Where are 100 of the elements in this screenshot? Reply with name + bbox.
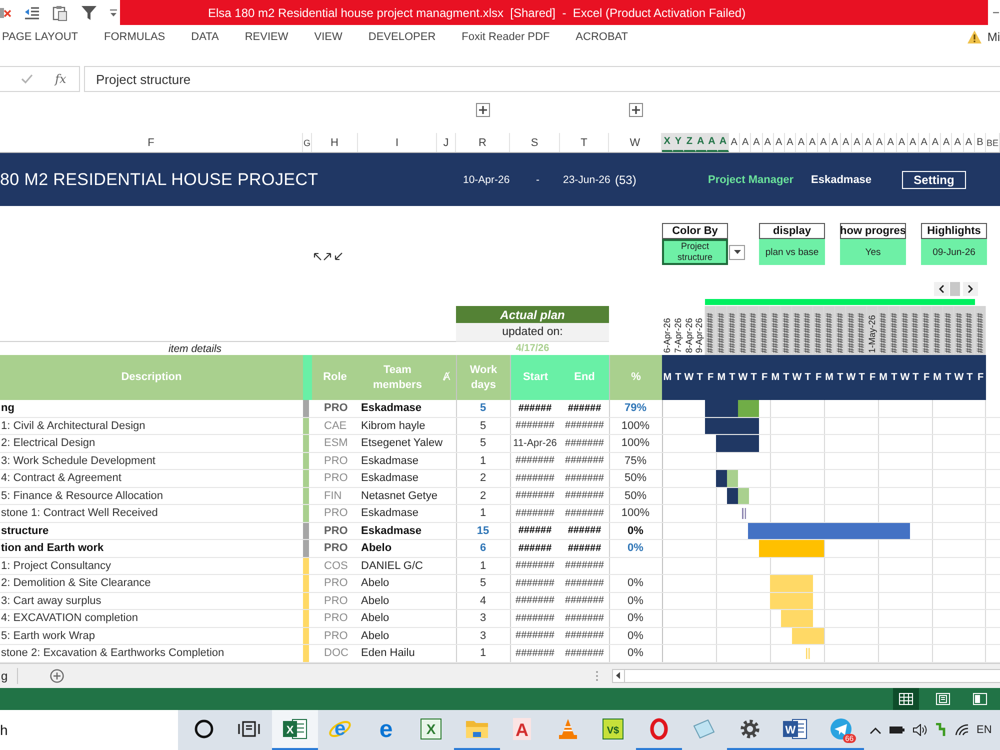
ribbon-tab[interactable]: Foxit Reader PDF bbox=[460, 26, 552, 46]
column-header[interactable]: A bbox=[807, 133, 818, 152]
page-break-icon bbox=[973, 693, 987, 705]
column-header[interactable]: A bbox=[696, 133, 707, 152]
vertical-dots-icon[interactable] bbox=[596, 670, 598, 681]
search-field[interactable]: h bbox=[0, 710, 178, 750]
warning-icon[interactable] bbox=[967, 30, 982, 44]
column-header[interactable]: B bbox=[974, 133, 986, 152]
percent-complete: 50% bbox=[624, 490, 647, 502]
column-header[interactable]: BE bbox=[986, 133, 1000, 152]
column-header[interactable]: A bbox=[941, 133, 952, 152]
column-header[interactable]: F bbox=[0, 133, 303, 152]
column-header[interactable]: A bbox=[774, 133, 785, 152]
milestone-marker bbox=[742, 508, 746, 519]
column-header[interactable]: A bbox=[852, 133, 864, 152]
column-header[interactable]: T bbox=[560, 133, 609, 152]
taskbar-button[interactable]: V$ bbox=[590, 710, 636, 750]
expand-group-button[interactable] bbox=[628, 103, 642, 117]
column-header[interactable]: A bbox=[896, 133, 908, 152]
work-days: 1 bbox=[480, 560, 486, 572]
column-header[interactable]: A bbox=[818, 133, 830, 152]
ribbon-tab[interactable]: VIEW bbox=[312, 26, 344, 46]
column-header[interactable]: Y bbox=[673, 133, 684, 152]
end-date: ####### bbox=[565, 630, 604, 642]
column-header[interactable]: R bbox=[456, 133, 510, 152]
minimize-icon[interactable] bbox=[993, 12, 999, 14]
column-header[interactable]: A bbox=[740, 133, 752, 152]
scroll-left-button[interactable] bbox=[934, 282, 949, 296]
control-value[interactable]: plan vs base bbox=[759, 239, 825, 265]
clear-icon[interactable] bbox=[0, 6, 12, 20]
outdent-icon[interactable] bbox=[25, 6, 39, 20]
control-value[interactable]: 09-Jun-26 bbox=[921, 239, 987, 265]
add-sheet-icon[interactable] bbox=[50, 668, 64, 683]
function-button[interactable]: fx bbox=[55, 72, 66, 86]
expand-group-button[interactable] bbox=[476, 103, 490, 117]
column-header[interactable]: A bbox=[796, 133, 808, 152]
steps-icon[interactable] bbox=[934, 723, 946, 737]
column-header[interactable]: A bbox=[964, 133, 975, 152]
work-days: 6 bbox=[480, 542, 486, 554]
ribbon-tab[interactable]: FORMULAS bbox=[102, 26, 168, 46]
taskbar-button[interactable]: e bbox=[363, 710, 408, 750]
column-header[interactable]: A bbox=[952, 133, 964, 152]
control-value[interactable]: Project structure bbox=[662, 239, 728, 265]
ribbon-tab[interactable]: PAGE LAYOUT bbox=[0, 26, 80, 46]
end-date: ####### bbox=[565, 578, 604, 589]
filter-icon[interactable] bbox=[81, 4, 97, 20]
dropdown-button[interactable] bbox=[729, 244, 745, 260]
column-header[interactable]: Z bbox=[684, 133, 696, 152]
taskbar-button[interactable]: W bbox=[772, 710, 818, 750]
taskbar-button[interactable]: X bbox=[272, 710, 318, 750]
scroll-right-button[interactable] bbox=[963, 282, 978, 296]
horizontal-scrollbar[interactable] bbox=[612, 668, 1000, 683]
control-value[interactable]: Yes bbox=[840, 239, 906, 265]
chevron-up-icon[interactable] bbox=[870, 726, 880, 734]
gantt-bar bbox=[770, 592, 814, 609]
ribbon-tab[interactable]: REVIEW bbox=[242, 26, 290, 46]
taskbar-button[interactable]: A bbox=[500, 710, 545, 750]
column-header[interactable]: A bbox=[918, 133, 930, 152]
date-separator: - bbox=[536, 174, 540, 186]
column-header[interactable]: A bbox=[830, 133, 841, 152]
taskbar-button[interactable]: X bbox=[408, 710, 454, 750]
view-button[interactable] bbox=[893, 688, 919, 710]
column-header[interactable]: A bbox=[930, 133, 942, 152]
date-label: 7-Apr-26 bbox=[672, 316, 684, 355]
column-header[interactable]: A bbox=[729, 133, 740, 152]
battery-icon[interactable] bbox=[888, 725, 904, 735]
column-header[interactable]: H bbox=[312, 133, 358, 152]
column-header[interactable]: J bbox=[437, 133, 456, 152]
column-header[interactable]: A bbox=[718, 133, 730, 152]
dropdown-icon[interactable] bbox=[110, 8, 117, 16]
column-header[interactable]: A bbox=[706, 133, 718, 152]
column-header[interactable]: A bbox=[784, 133, 796, 152]
setting-button[interactable]: Setting bbox=[902, 170, 966, 188]
column-header[interactable]: A bbox=[885, 133, 897, 152]
scroll-thumb[interactable] bbox=[950, 282, 960, 296]
ribbon-tab[interactable]: DATA bbox=[189, 26, 221, 46]
column-header[interactable]: A bbox=[762, 133, 774, 152]
formula-input[interactable]: Project structure bbox=[84, 66, 1000, 92]
ribbon-tab[interactable]: DEVELOPER bbox=[366, 26, 438, 46]
arrows-icon[interactable] bbox=[313, 251, 344, 262]
column-header[interactable]: X bbox=[662, 133, 674, 152]
clipboard-icon[interactable] bbox=[52, 4, 68, 20]
start-date: ###### bbox=[518, 542, 552, 554]
column-header[interactable]: A bbox=[863, 133, 874, 152]
weekday-label: T bbox=[728, 372, 736, 383]
speaker-icon[interactable] bbox=[912, 724, 926, 736]
wifi-icon[interactable] bbox=[954, 724, 968, 736]
column-header[interactable]: A bbox=[908, 133, 919, 152]
column-header[interactable]: A bbox=[874, 133, 886, 152]
column-header[interactable]: I bbox=[358, 133, 437, 152]
column-header[interactable]: A bbox=[751, 133, 763, 152]
column-header[interactable]: S bbox=[510, 133, 560, 152]
weekday-label: F bbox=[814, 372, 823, 383]
sheet-tab[interactable]: g bbox=[0, 668, 8, 683]
check-icon[interactable] bbox=[21, 74, 33, 84]
column-header[interactable]: A bbox=[840, 133, 852, 152]
ribbon-tab[interactable]: ACROBAT bbox=[574, 26, 630, 46]
account-name[interactable]: Mi bbox=[987, 30, 1000, 44]
language-indicator[interactable]: EN bbox=[976, 724, 992, 736]
column-header[interactable]: G bbox=[303, 133, 312, 152]
